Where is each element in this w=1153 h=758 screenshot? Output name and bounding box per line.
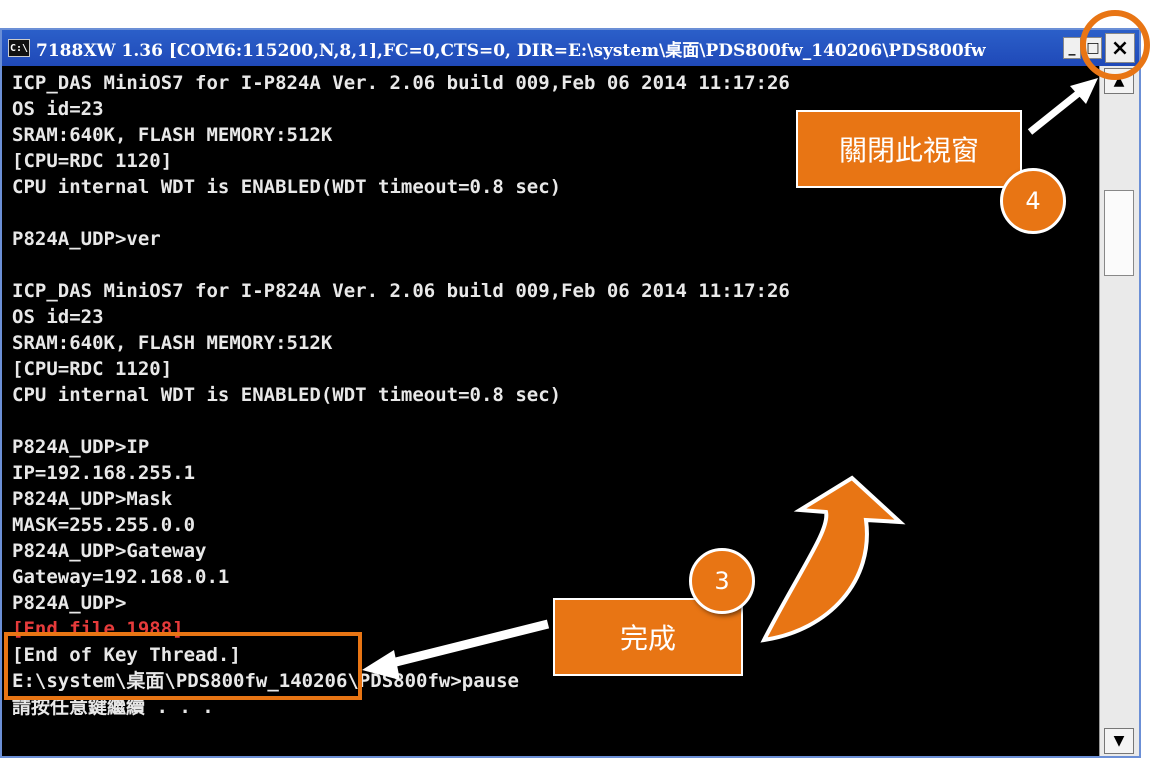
close-window-callout: 關閉此視窗 <box>796 110 1022 188</box>
pointer-arrow-to-end-lines <box>362 619 550 680</box>
curved-up-arrow <box>760 475 906 643</box>
step-3-badge: 3 <box>689 548 755 614</box>
pointer-arrow-to-close <box>1027 78 1098 135</box>
step-4-badge: 4 <box>1000 168 1066 234</box>
